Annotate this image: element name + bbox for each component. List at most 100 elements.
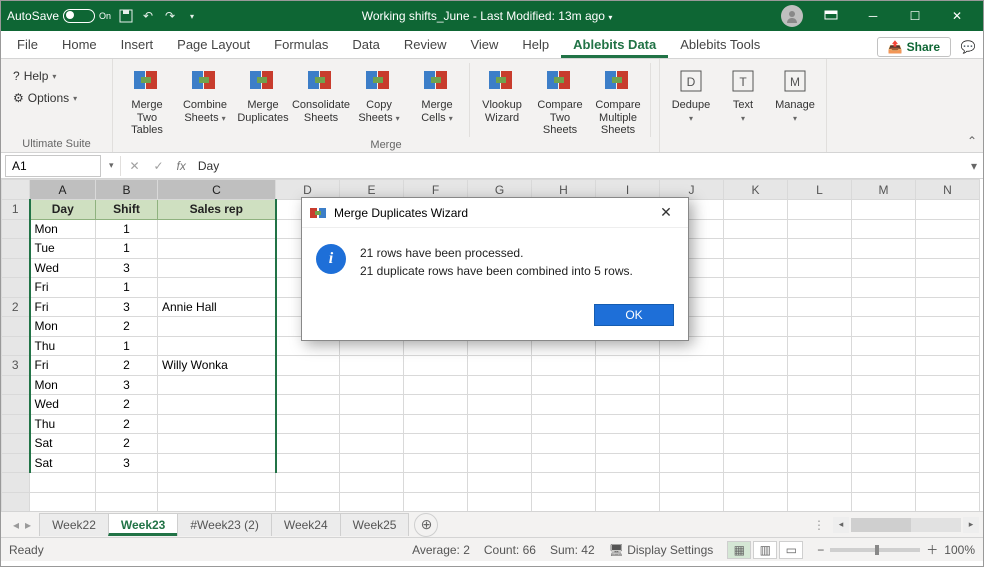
cell[interactable] — [532, 395, 596, 415]
cell-salesrep[interactable] — [158, 239, 276, 259]
name-box-dropdown-icon[interactable]: ▾ — [105, 160, 118, 171]
ribbon-vlookup-wizard[interactable]: VlookupWizard — [474, 63, 530, 124]
cell[interactable] — [404, 414, 468, 434]
row-header[interactable] — [2, 492, 30, 511]
cell[interactable] — [852, 453, 916, 473]
cell-salesrep[interactable] — [158, 434, 276, 454]
cell[interactable] — [852, 473, 916, 493]
cell[interactable] — [724, 453, 788, 473]
col-header-K[interactable]: K — [724, 180, 788, 200]
row-header[interactable] — [2, 258, 30, 278]
cell[interactable] — [532, 414, 596, 434]
row-header[interactable] — [2, 336, 30, 356]
tab-insert[interactable]: Insert — [109, 32, 166, 58]
tab-ablebits-tools[interactable]: Ablebits Tools — [668, 32, 772, 58]
tab-formulas[interactable]: Formulas — [262, 32, 340, 58]
row-header[interactable]: 3 — [2, 356, 30, 376]
cell[interactable] — [404, 395, 468, 415]
sheet-tab-week24[interactable]: Week24 — [271, 513, 341, 536]
cell[interactable] — [916, 492, 980, 511]
cell-salesrep[interactable]: Willy Wonka — [158, 356, 276, 376]
ribbon-copy-sheets[interactable]: CopySheets ▾ — [351, 63, 407, 124]
cell-shift[interactable]: 2 — [96, 395, 158, 415]
cell-day[interactable]: Fri — [30, 278, 96, 298]
col-header-A[interactable]: A — [30, 180, 96, 200]
ribbon-compare-multiple-sheets[interactable]: CompareMultiple Sheets — [590, 63, 646, 137]
cell[interactable] — [916, 219, 980, 239]
cell[interactable] — [660, 492, 724, 511]
cell[interactable] — [468, 356, 532, 376]
cell[interactable] — [468, 473, 532, 493]
cell[interactable] — [916, 239, 980, 259]
cell-day[interactable]: Wed — [30, 395, 96, 415]
ribbon-display-icon[interactable] — [811, 1, 851, 31]
row-header[interactable] — [2, 434, 30, 454]
cell[interactable] — [852, 297, 916, 317]
header-salesrep[interactable]: Sales rep — [158, 200, 276, 220]
redo-icon[interactable]: ↷ — [163, 9, 177, 23]
cell[interactable] — [276, 453, 340, 473]
cell-salesrep[interactable] — [158, 395, 276, 415]
maximize-icon[interactable]: ☐ — [895, 1, 935, 31]
cell[interactable] — [852, 278, 916, 298]
expand-formula-icon[interactable]: ▾ — [965, 159, 983, 173]
cell[interactable] — [276, 434, 340, 454]
cell[interactable] — [916, 278, 980, 298]
cell[interactable] — [596, 356, 660, 376]
cell[interactable] — [724, 356, 788, 376]
cell[interactable] — [468, 414, 532, 434]
ribbon-compare-two-sheets[interactable]: CompareTwo Sheets — [532, 63, 588, 137]
cell-salesrep[interactable]: Annie Hall — [158, 297, 276, 317]
cell-day[interactable]: Fri — [30, 356, 96, 376]
cell[interactable] — [340, 434, 404, 454]
cell[interactable] — [340, 453, 404, 473]
cell[interactable] — [660, 434, 724, 454]
cell[interactable] — [404, 492, 468, 511]
cell[interactable] — [596, 473, 660, 493]
cell[interactable] — [404, 453, 468, 473]
cell[interactable] — [852, 258, 916, 278]
cell-shift[interactable]: 2 — [96, 317, 158, 337]
cell[interactable] — [852, 395, 916, 415]
fx-icon[interactable]: fx — [171, 159, 192, 173]
cell[interactable] — [596, 492, 660, 511]
cell[interactable] — [276, 414, 340, 434]
cell[interactable] — [788, 473, 852, 493]
display-settings-button[interactable]: 🖥 Display Settings — [609, 543, 714, 557]
scroll-left-icon[interactable]: ◂ — [833, 517, 849, 533]
cell-shift[interactable]: 3 — [96, 297, 158, 317]
cell-day[interactable]: Wed — [30, 258, 96, 278]
tab-data[interactable]: Data — [340, 32, 391, 58]
accept-formula-icon[interactable]: ✓ — [147, 159, 171, 173]
row-header[interactable] — [2, 414, 30, 434]
zoom-out-button[interactable]: − — [817, 543, 824, 557]
cell[interactable] — [596, 414, 660, 434]
cell[interactable] — [724, 473, 788, 493]
ribbon-merge-duplicates[interactable]: MergeDuplicates — [235, 63, 291, 124]
minimize-icon[interactable]: ─ — [853, 1, 893, 31]
cell[interactable] — [724, 258, 788, 278]
tab-file[interactable]: File — [5, 32, 50, 58]
cell-day[interactable]: Mon — [30, 317, 96, 337]
row-header[interactable] — [2, 395, 30, 415]
cell[interactable] — [788, 258, 852, 278]
cell[interactable] — [340, 375, 404, 395]
cell[interactable] — [724, 219, 788, 239]
cell[interactable] — [158, 473, 276, 493]
cell-shift[interactable]: 1 — [96, 219, 158, 239]
horizontal-scrollbar[interactable]: ⋮ ◂ ▸ — [813, 517, 979, 533]
tab-view[interactable]: View — [458, 32, 510, 58]
cell[interactable] — [724, 434, 788, 454]
sheet-tab-week25[interactable]: Week25 — [340, 513, 410, 536]
formula-input[interactable]: Day — [192, 157, 965, 175]
cell[interactable] — [340, 356, 404, 376]
cell-day[interactable]: Tue — [30, 239, 96, 259]
cell-shift[interactable]: 1 — [96, 278, 158, 298]
sheet-tab-week23[interactable]: Week23 — [108, 513, 178, 536]
cell[interactable] — [724, 336, 788, 356]
cell[interactable] — [852, 219, 916, 239]
cell-salesrep[interactable] — [158, 278, 276, 298]
cell[interactable] — [788, 356, 852, 376]
cell[interactable] — [158, 492, 276, 511]
scroll-track[interactable] — [851, 518, 961, 532]
